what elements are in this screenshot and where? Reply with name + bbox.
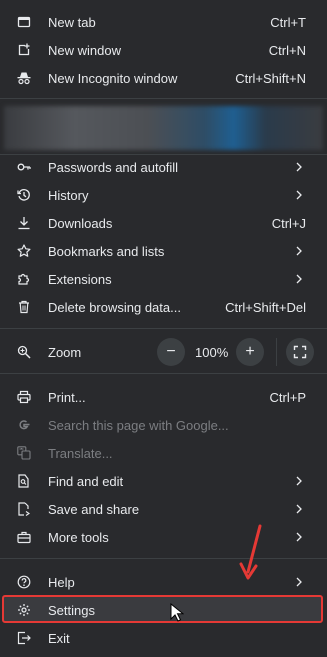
- menu-item-history[interactable]: History: [0, 181, 327, 209]
- menu-item-label: Bookmarks and lists: [48, 244, 165, 259]
- chevron-right-icon: [296, 532, 302, 542]
- chevron-right-icon: [296, 504, 302, 514]
- menu-item-label: Extensions: [48, 272, 112, 287]
- menu-item-find-and-edit[interactable]: Find and edit: [0, 467, 327, 495]
- history-icon: [17, 188, 31, 202]
- help-icon: [17, 575, 31, 589]
- profile-banner[interactable]: [4, 106, 323, 150]
- key-icon: [17, 160, 31, 174]
- menu-item-label: Save and share: [48, 502, 140, 517]
- fullscreen-icon: [293, 345, 307, 359]
- new-window-icon: [17, 43, 31, 57]
- chevron-right-icon: [296, 246, 302, 256]
- minus-icon: −: [166, 343, 176, 360]
- menu-item-label: History: [48, 188, 89, 203]
- menu-item-downloads[interactable]: Downloads Ctrl+J: [0, 209, 327, 237]
- menu-item-label: More tools: [48, 530, 109, 545]
- zoom-level: 100%: [195, 345, 229, 360]
- star-icon: [17, 244, 31, 258]
- menu-item-label: Downloads: [48, 216, 113, 231]
- menu-item-more-tools[interactable]: More tools: [0, 523, 327, 551]
- menu-item-label: Exit: [48, 631, 70, 646]
- shortcut: Ctrl+Shift+N: [235, 71, 306, 86]
- menu-item-save-and-share[interactable]: Save and share: [0, 495, 327, 523]
- menu-item-label: Search this page with Google...: [48, 418, 229, 433]
- menu-item-print[interactable]: Print... Ctrl+P: [0, 383, 327, 411]
- chevron-right-icon: [296, 577, 302, 587]
- menu-item-label: Passwords and autofill: [48, 160, 179, 175]
- new-tab-icon: [17, 15, 31, 29]
- separator: [276, 338, 277, 366]
- menu-item-passwords-and-autofill[interactable]: Passwords and autofill: [0, 153, 327, 181]
- separator: [0, 98, 327, 99]
- menu-item-label: New tab: [48, 15, 96, 30]
- chevron-right-icon: [296, 476, 302, 486]
- menu-item-settings[interactable]: Settings: [0, 596, 327, 624]
- separator: [0, 373, 327, 374]
- shortcut: Ctrl+Shift+Del: [225, 300, 306, 315]
- menu-item-help[interactable]: Help: [0, 568, 327, 596]
- shortcut: Ctrl+T: [270, 15, 306, 30]
- zoom-icon: [17, 345, 31, 359]
- exit-icon: [17, 631, 31, 645]
- menu-item-new-tab[interactable]: New tab Ctrl+T: [0, 8, 327, 36]
- separator: [0, 328, 327, 329]
- find-icon: [17, 474, 31, 488]
- chevron-right-icon: [296, 274, 302, 284]
- gear-icon: [17, 603, 31, 617]
- menu-item-exit[interactable]: Exit: [0, 624, 327, 652]
- google-icon: [17, 418, 31, 432]
- menu-item-search-with-google: Search this page with Google...: [0, 411, 327, 439]
- incognito-icon: [17, 71, 31, 85]
- menu-item-label: Delete browsing data...: [48, 300, 181, 315]
- puzzle-icon: [17, 272, 31, 286]
- chrome-menu: New tab Ctrl+T New window Ctrl+N New Inc…: [0, 0, 327, 657]
- plus-icon: +: [245, 343, 255, 360]
- menu-item-label: Print...: [48, 390, 86, 405]
- menu-item-label: New Incognito window: [48, 71, 178, 86]
- menu-item-label: Zoom: [48, 345, 82, 360]
- red-arrow-annotation: [239, 524, 262, 580]
- menu-item-new-incognito-window[interactable]: New Incognito window Ctrl+Shift+N: [0, 64, 327, 92]
- trash-icon: [17, 300, 31, 314]
- share-icon: [17, 502, 31, 516]
- shortcut: Ctrl+J: [271, 216, 306, 231]
- menu-item-label: Settings: [48, 603, 95, 618]
- print-icon: [17, 390, 31, 404]
- chevron-right-icon: [296, 190, 302, 200]
- menu-item-label: Help: [48, 575, 75, 590]
- menu-item-label: Find and edit: [48, 474, 124, 489]
- separator: [0, 558, 327, 559]
- menu-item-new-window[interactable]: New window Ctrl+N: [0, 36, 327, 64]
- shortcut: Ctrl+N: [268, 43, 306, 58]
- menu-item-bookmarks-and-lists[interactable]: Bookmarks and lists: [0, 237, 327, 265]
- menu-item-delete-browsing-data[interactable]: Delete browsing data... Ctrl+Shift+Del: [0, 293, 327, 321]
- zoom-in-button[interactable]: +: [236, 338, 264, 366]
- toolbox-icon: [17, 530, 31, 544]
- shortcut: Ctrl+P: [269, 390, 306, 405]
- chevron-right-icon: [296, 162, 302, 172]
- download-icon: [17, 216, 31, 230]
- menu-item-translate: Translate...: [0, 439, 327, 467]
- zoom-out-button[interactable]: −: [157, 338, 185, 366]
- translate-icon: [17, 446, 31, 460]
- menu-item-label: Translate...: [48, 446, 113, 461]
- menu-item-extensions[interactable]: Extensions: [0, 265, 327, 293]
- fullscreen-button[interactable]: [286, 338, 314, 366]
- mouse-cursor-icon: [170, 603, 184, 622]
- menu-item-label: New window: [48, 43, 121, 58]
